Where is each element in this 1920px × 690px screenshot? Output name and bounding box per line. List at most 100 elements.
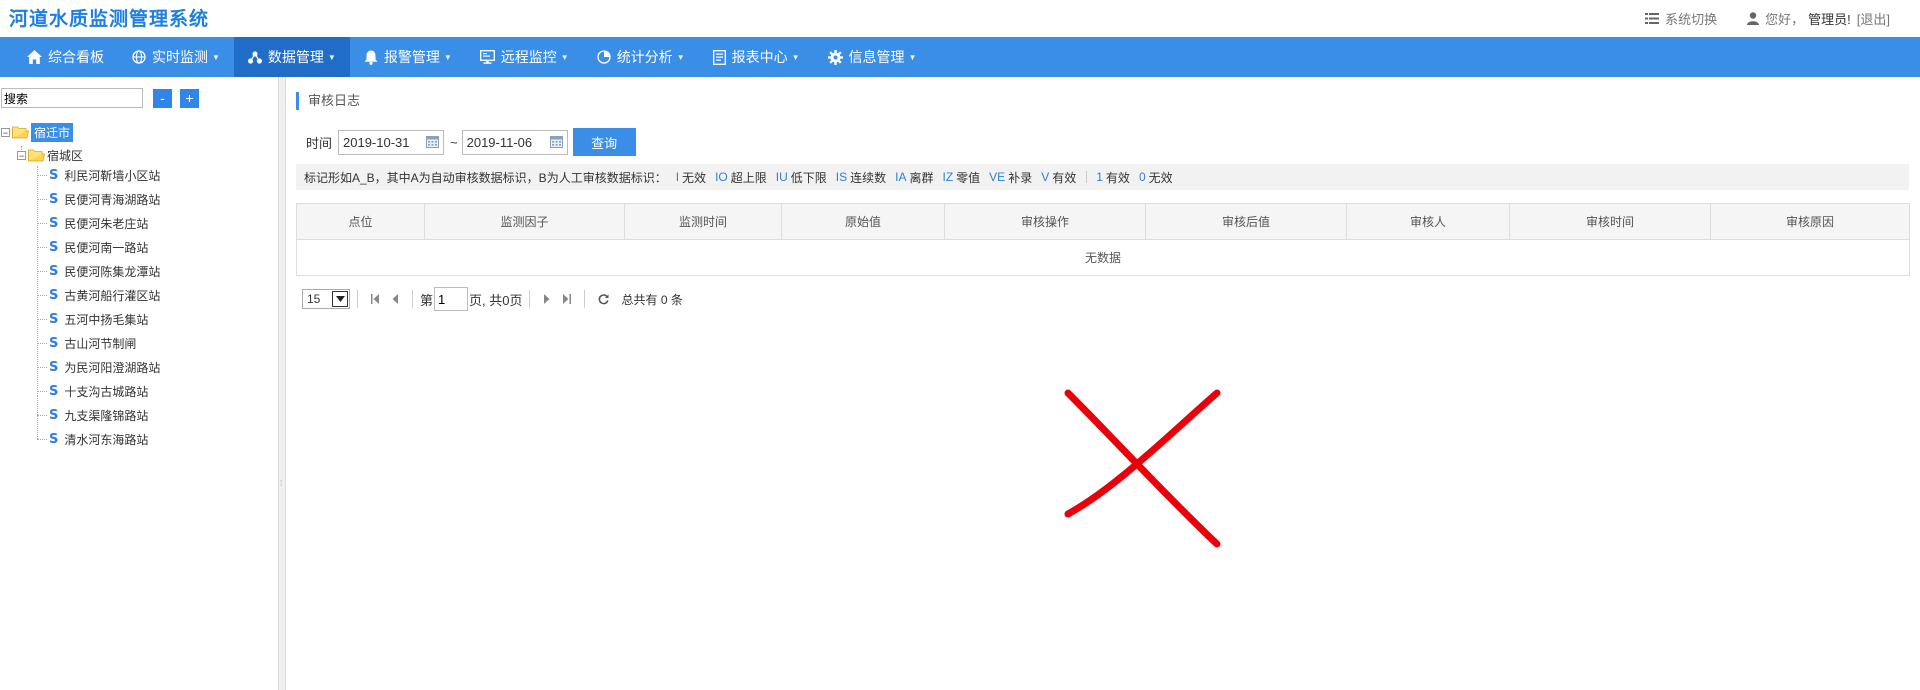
legend-text: 有效	[1105, 170, 1130, 185]
nav-label: 数据管理	[267, 49, 324, 65]
tree-station-item[interactable]: S 民便河朱老庄站	[49, 213, 148, 233]
column-header[interactable]: 监测时间	[624, 203, 782, 240]
column-header[interactable]: 审核原因	[1710, 203, 1910, 240]
filter-bar: 时间 2019-10-31 ~ 2019-11-06 查询	[306, 128, 636, 156]
calendar-icon[interactable]	[426, 136, 440, 148]
system-switch-link[interactable]: 系统切换	[1645, 9, 1717, 28]
system-switch-label: 系统切换	[1665, 12, 1718, 27]
page-prefix: 第	[420, 292, 434, 308]
expand-all-button[interactable]: +	[180, 88, 199, 108]
logout-link[interactable]: [退出]	[1857, 9, 1890, 28]
first-page-icon[interactable]	[371, 294, 380, 304]
red-cross-strokes	[1064, 389, 1221, 548]
app-title: 河道水质监测管理系统	[9, 9, 210, 30]
pager-divider	[529, 290, 531, 308]
station-label: 民便河青海湖路站	[64, 192, 161, 207]
tree-station-item[interactable]: S 为民河阳澄湖路站	[49, 357, 160, 377]
report-icon	[712, 49, 726, 65]
tree-station-item[interactable]: S 民便河青海湖路站	[49, 189, 160, 209]
station-label: 清水河东海路站	[64, 432, 149, 447]
station-label: 为民河阳澄湖路站	[64, 360, 161, 375]
station-icon: S	[49, 191, 59, 207]
station-icon: S	[49, 311, 59, 327]
nav-label: 信息管理	[848, 49, 905, 65]
nav-item-remote-monitoring[interactable]: 远程监控 ▼	[466, 37, 583, 77]
station-label: 民便河南一路站	[64, 240, 149, 255]
drag-handle-icon: ⁞	[280, 479, 283, 488]
nav-item-report-center[interactable]: 报表中心 ▼	[699, 37, 814, 77]
next-page-icon[interactable]	[543, 294, 550, 304]
legend-text: 离群	[909, 170, 934, 185]
list-icon	[1645, 13, 1660, 24]
collapse-toggle-icon[interactable]: −	[1, 127, 10, 137]
chevron-down-icon: ▼	[443, 52, 452, 62]
end-date-input[interactable]: 2019-11-06	[461, 129, 568, 155]
legend-text: 低下限	[790, 170, 827, 185]
tree-station-item[interactable]: S 古山河节制闸	[49, 333, 136, 353]
column-header[interactable]: 原始值	[781, 203, 945, 240]
nav-item-statistics[interactable]: 统计分析 ▼	[583, 37, 699, 77]
query-button[interactable]: 查询	[572, 128, 636, 156]
chevron-down-icon: ▼	[791, 52, 800, 62]
legend-code: IU	[775, 170, 788, 184]
station-label: 古黄河船行灌区站	[64, 288, 161, 303]
station-icon: S	[49, 407, 59, 423]
time-label: 时间	[306, 135, 333, 151]
chevron-down-icon: ▼	[676, 52, 685, 62]
column-header[interactable]: 审核人	[1346, 203, 1510, 240]
chevron-down-icon: ▼	[212, 52, 220, 62]
tree-station-item[interactable]: S 清水河东海路站	[49, 429, 148, 449]
legend-text: 无效	[682, 170, 707, 185]
station-label: 九支渠隆锦路站	[64, 408, 149, 423]
tree-node-city[interactable]: − 宿迁市	[1, 122, 74, 142]
column-header[interactable]: 审核操作	[944, 203, 1146, 240]
legend-text: 超上限	[730, 170, 767, 185]
date-range-separator: ~	[450, 134, 458, 150]
tree-station-item[interactable]: S 民便河陈集龙潭站	[49, 261, 160, 281]
nav-item-realtime-monitoring[interactable]: 实时监测 ▼	[118, 37, 234, 77]
calendar-icon[interactable]	[549, 136, 563, 148]
tree-station-item[interactable]: S 九支渠隆锦路站	[49, 405, 148, 425]
page-size-select[interactable]: 15	[302, 289, 350, 309]
nav-item-alarm-management[interactable]: 报警管理 ▼	[350, 37, 466, 77]
nav-item-data-management[interactable]: 数据管理 ▼	[233, 37, 350, 77]
nav-label: 远程监控	[500, 49, 557, 65]
nav-label: 报表中心	[731, 49, 788, 65]
column-header[interactable]: 监测因子	[424, 203, 625, 240]
legend-divider	[1086, 171, 1088, 183]
tree-station-item[interactable]: S 利民河靳墙小区站	[49, 165, 160, 185]
panel-splitter[interactable]: ⁞	[278, 77, 286, 690]
main-nav: 综合看板 实时监测 ▼ 数据管理 ▼ 报警管理 ▼ 远程监控 ▼ 统计分析 ▼	[0, 37, 1920, 77]
top-header: 河道水质监测管理系统 系统切换 您好， 管理员! [退出]	[0, 0, 1920, 36]
legend-code: IS	[835, 170, 848, 184]
last-page-icon[interactable]	[562, 294, 572, 304]
station-label: 民便河朱老庄站	[64, 216, 149, 231]
collapse-toggle-icon[interactable]: −	[17, 150, 26, 160]
column-header[interactable]: 审核时间	[1509, 203, 1711, 240]
chevron-down-icon: ▼	[327, 52, 336, 62]
tree-station-item[interactable]: S 五河中扬毛集站	[49, 309, 148, 329]
refresh-icon[interactable]	[598, 293, 610, 305]
station-label: 五河中扬毛集站	[64, 312, 149, 327]
column-header[interactable]: 审核后值	[1145, 203, 1347, 240]
legend-code: V	[1041, 170, 1050, 184]
nav-item-dashboard[interactable]: 综合看板	[0, 37, 118, 77]
pager-divider	[412, 290, 413, 308]
page-size-value: 15	[307, 292, 321, 306]
tree-search-row: - +	[1, 88, 199, 108]
tree-station-item[interactable]: S 民便河南一路站	[49, 237, 148, 257]
nav-item-info-management[interactable]: 信息管理 ▼	[814, 37, 931, 77]
folder-open-icon	[12, 126, 29, 139]
column-header[interactable]: 点位	[296, 203, 425, 240]
tree-search-input[interactable]	[1, 88, 143, 108]
start-date-input[interactable]: 2019-10-31	[338, 129, 445, 155]
legend-code: 0	[1138, 170, 1146, 184]
tree-station-item[interactable]: S 十支沟古城路站	[49, 381, 148, 401]
previous-page-icon[interactable]	[392, 294, 399, 304]
current-page-input[interactable]	[434, 287, 469, 311]
status-legend: 标记形如A_B，其中A为自动审核数据标识，B为人工审核数据标识： I 无效 IO 超…	[296, 164, 1909, 190]
share-icon	[247, 50, 262, 64]
tree-node-district[interactable]: − 宿城区	[17, 145, 83, 165]
tree-station-item[interactable]: S 古黄河船行灌区站	[49, 285, 160, 305]
collapse-all-button[interactable]: -	[153, 88, 172, 108]
